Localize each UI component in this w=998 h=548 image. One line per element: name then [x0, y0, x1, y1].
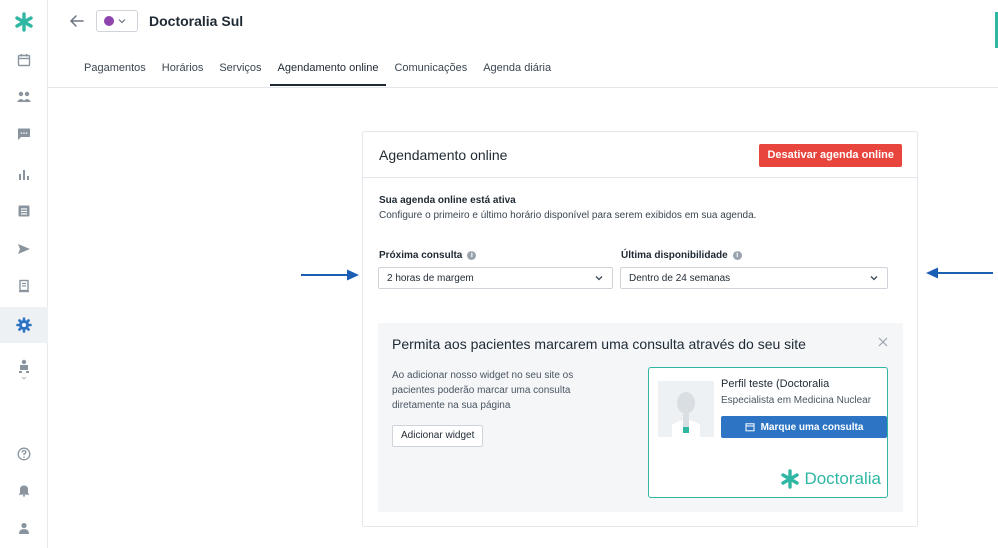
close-icon[interactable]	[877, 336, 889, 348]
calendar-icon[interactable]	[0, 42, 48, 78]
notifications-bell-icon[interactable]	[0, 472, 48, 508]
profile-name: Perfil teste (Doctoralia	[721, 378, 830, 390]
info-icon[interactable]: i	[467, 251, 477, 260]
chevron-down-icon	[595, 276, 603, 281]
last-availability-label: Última disponibilidade i	[621, 250, 742, 261]
sidebar	[0, 0, 48, 548]
document-icon[interactable]	[0, 268, 48, 304]
annotation-arrow-left-icon	[926, 267, 993, 279]
profile-specialty: Especialista em Medicina Nuclear	[721, 395, 872, 406]
deactivate-online-booking-button[interactable]: Desativar agenda online	[759, 144, 902, 167]
widget-preview: Perfil teste (Doctoralia Especialista em…	[648, 367, 888, 498]
brand-name: Doctoralia	[804, 469, 881, 488]
statistics-icon[interactable]	[0, 156, 48, 192]
status-description: Configure o primeiro e último horário di…	[379, 210, 757, 221]
doctoralia-brand: Doctoralia	[780, 469, 881, 489]
tab-comunicacoes[interactable]: Comunicações	[386, 62, 475, 86]
last-availability-label-text: Última disponibilidade	[621, 250, 728, 261]
tab-horarios[interactable]: Horários	[154, 62, 212, 86]
annotation-arrow-right-icon	[301, 269, 359, 281]
promo-title: Permita aos pacientes marcarem uma consu…	[392, 336, 806, 352]
clinic-switch-icon[interactable]	[0, 352, 48, 388]
tab-servicos[interactable]: Serviços	[211, 62, 269, 86]
tab-pagamentos[interactable]: Pagamentos	[76, 62, 154, 86]
online-booking-card: Agendamento online Desativar agenda onli…	[362, 131, 918, 527]
info-icon[interactable]: i	[732, 251, 742, 260]
next-appointment-label: Próxima consulta i	[379, 250, 477, 261]
list-icon[interactable]	[0, 193, 48, 229]
avatar	[658, 381, 714, 437]
last-availability-select[interactable]: Dentro de 24 semanas	[620, 267, 888, 289]
next-appointment-value: 2 horas de margem	[387, 272, 474, 284]
next-appointment-label-text: Próxima consulta	[379, 250, 463, 261]
doctoralia-logo-icon	[781, 469, 800, 489]
patients-icon[interactable]	[0, 79, 48, 115]
tab-agendamento-online[interactable]: Agendamento online	[269, 62, 387, 86]
promo-text: Ao adicionar nosso widget no seu site os…	[392, 370, 574, 411]
doctoralia-logo-icon[interactable]	[0, 4, 48, 40]
card-title: Agendamento online	[379, 147, 508, 163]
color-dot	[104, 16, 114, 26]
clinic-color-select[interactable]	[96, 10, 138, 32]
book-appointment-button[interactable]: Marque uma consulta	[721, 416, 887, 438]
settings-icon[interactable]	[0, 307, 48, 343]
settings-tabs: Pagamentos Horários Serviços Agendamento…	[76, 62, 559, 86]
doctor-placeholder-icon	[658, 381, 714, 437]
card-header: Agendamento online Desativar agenda onli…	[363, 132, 917, 178]
next-appointment-select[interactable]: 2 horas de margem	[378, 267, 613, 289]
user-profile-icon[interactable]	[0, 510, 48, 546]
clinic-name: Doctoralia Sul	[149, 13, 244, 29]
page-header: Doctoralia Sul Pagamentos Horários Servi…	[48, 0, 998, 88]
send-icon[interactable]	[0, 231, 48, 267]
chevron-down-icon	[870, 276, 878, 281]
help-icon[interactable]	[0, 436, 48, 472]
tab-agenda-diaria[interactable]: Agenda diária	[475, 62, 559, 86]
chevron-down-icon	[118, 19, 126, 24]
add-widget-button[interactable]: Adicionar widget	[392, 425, 484, 447]
last-availability-value: Dentro de 24 semanas	[629, 272, 731, 284]
chat-icon[interactable]	[0, 116, 48, 152]
status-title: Sua agenda online está ativa	[379, 195, 516, 206]
back-arrow-icon[interactable]	[68, 12, 86, 30]
calendar-icon	[745, 423, 755, 432]
book-appointment-label: Marque uma consulta	[760, 421, 864, 433]
widget-promo-box: Permita aos pacientes marcarem uma consu…	[378, 323, 903, 512]
